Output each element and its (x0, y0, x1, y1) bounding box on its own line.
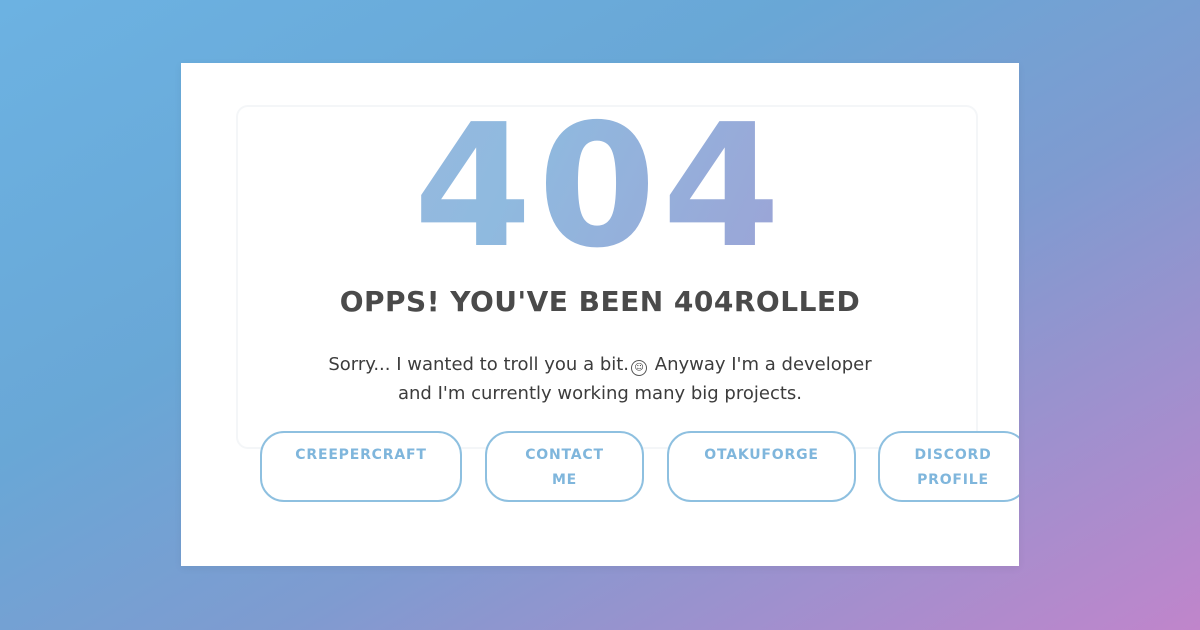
message-line2: and I'm currently working many big proje… (397, 383, 802, 404)
error-message: Sorry... I wanted to troll you a bit. ☺ A… (241, 350, 959, 408)
error-card: 404 OPPS! YOU'VE BEEN 404ROLLED Sorry...… (181, 63, 1019, 566)
button-label-line2: ME (551, 472, 578, 488)
discord-profile-button[interactable]: DISCORD PROFILE (878, 431, 1019, 502)
button-label: DISCORD (914, 447, 992, 463)
button-label-line2: PROFILE (917, 472, 989, 488)
error-title: OPPS! YOU'VE BEEN 404ROLLED (339, 285, 861, 318)
contact-me-button[interactable]: CONTACT ME (485, 431, 644, 502)
creepercraft-button[interactable]: CREEPERCRAFT (260, 431, 462, 502)
message-line1-part1: Sorry... I wanted to troll you a bit. (328, 354, 630, 375)
troll-face-icon: ☺ (631, 360, 648, 376)
otakuforge-button[interactable]: OTAKUFORGE (667, 431, 856, 502)
error-code: 404 (181, 87, 1019, 287)
button-label: CONTACT (525, 447, 604, 463)
message-line1-part2: Anyway I'm a developer (649, 354, 872, 375)
button-label: CREEPERCRAFT (295, 447, 427, 463)
button-label: OTAKUFORGE (704, 447, 819, 463)
